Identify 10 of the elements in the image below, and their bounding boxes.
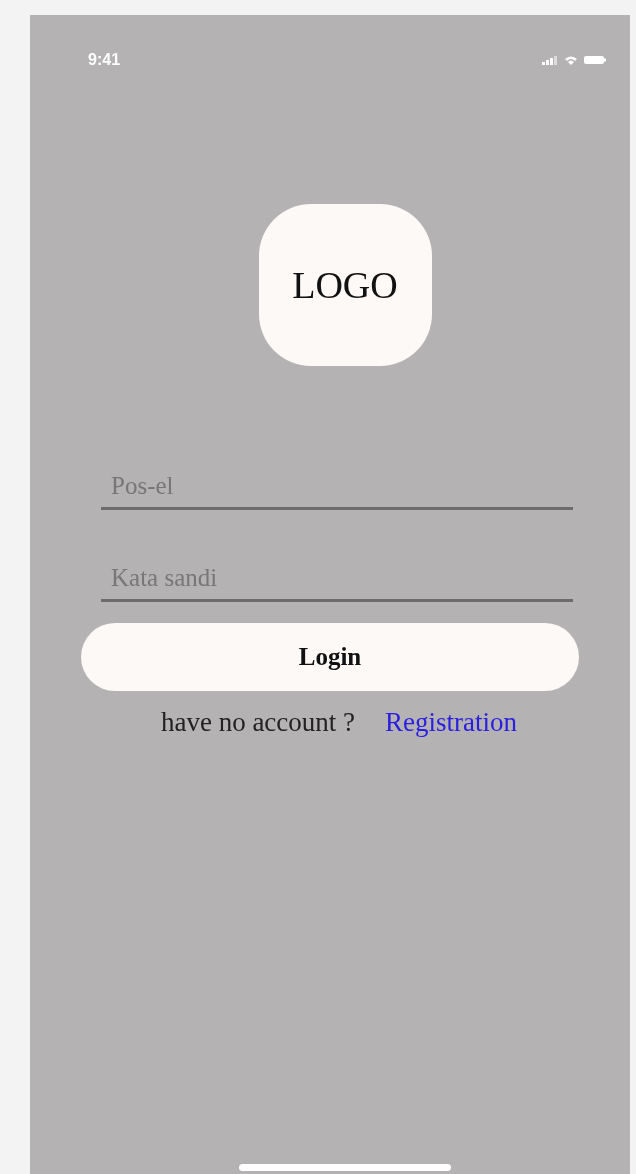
wifi-icon <box>564 55 578 65</box>
registration-link[interactable]: Registration <box>385 707 518 738</box>
logo: LOGO <box>258 204 432 366</box>
signal-icon <box>542 55 558 65</box>
input-field[interactable]: Pos-el <box>101 454 573 510</box>
status-time: 9:41 <box>88 51 121 69</box>
register-prompt: have no account ? <box>160 707 356 738</box>
battery-icon <box>584 55 606 65</box>
login-button[interactable]: Login <box>81 623 579 691</box>
input-field[interactable]: Kata sandi <box>101 546 573 602</box>
